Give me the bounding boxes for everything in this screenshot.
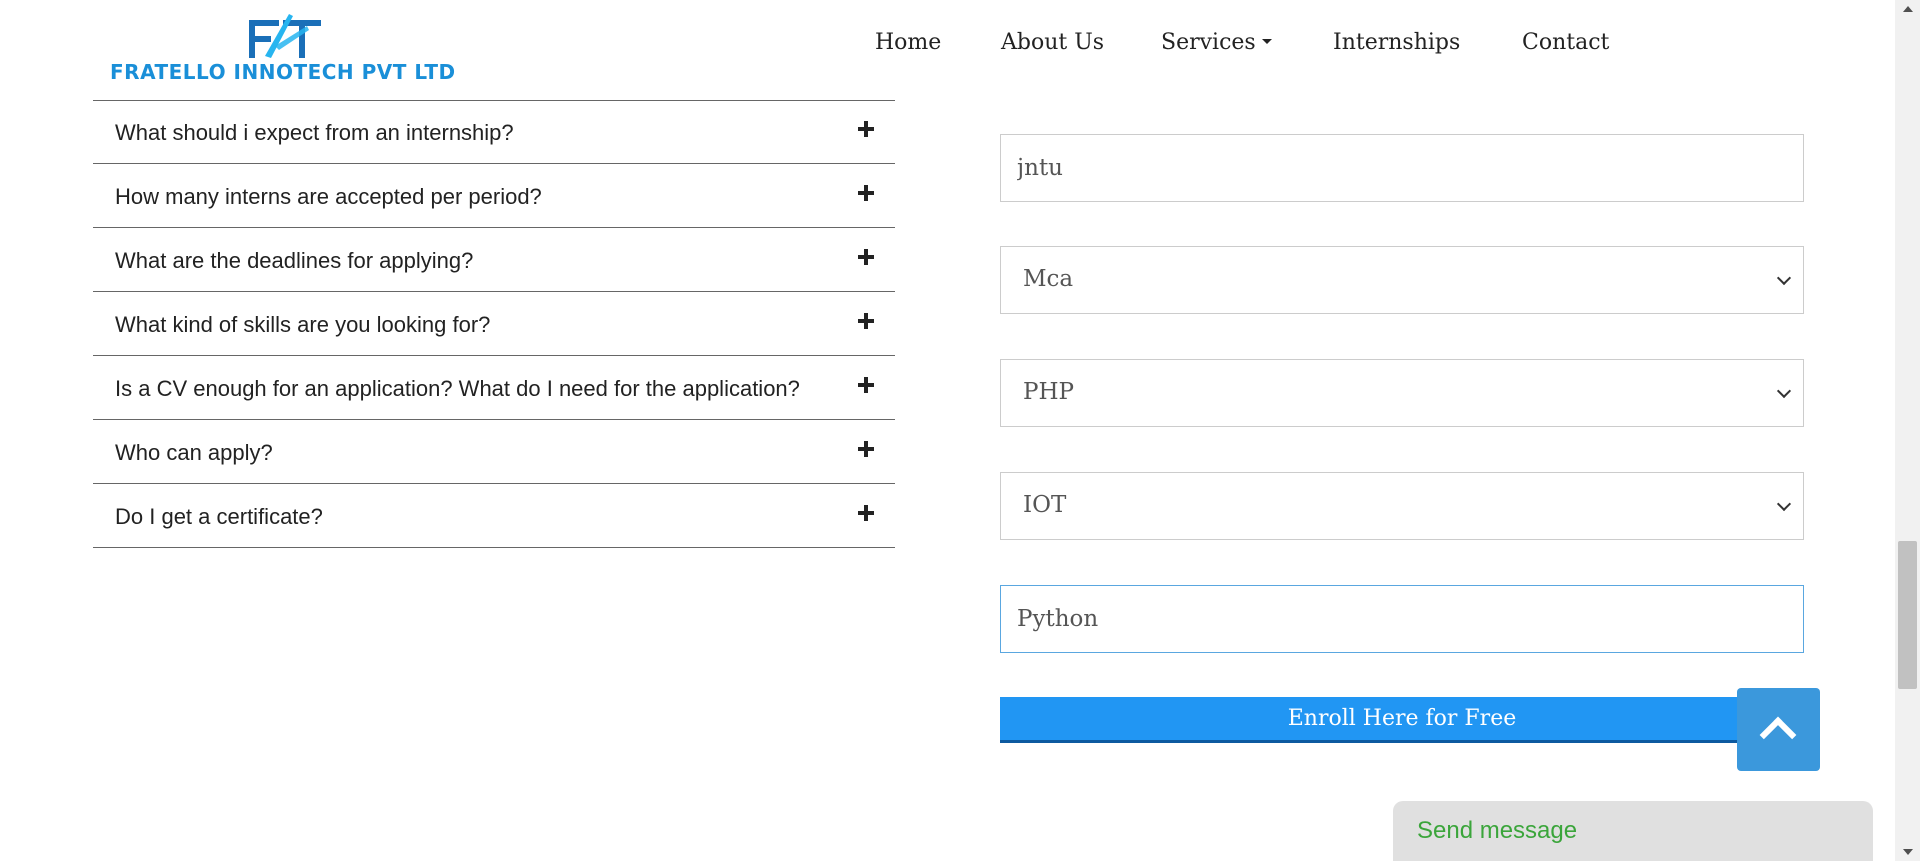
nav-about-us[interactable]: About Us [1001,30,1104,55]
course-select-value: Mca [1023,266,1074,292]
send-message-widget[interactable]: Send message [1393,801,1873,861]
main-nav: Home About Us Services Internships Conta… [0,30,1895,66]
plus-icon[interactable] [857,178,875,208]
faq-accordion: What should i expect from an internship?… [93,100,895,548]
chevron-up-icon [1759,716,1797,754]
domain-select[interactable]: IOT [1000,472,1804,540]
chevron-down-icon [1776,496,1792,512]
scroll-down-arrow-icon[interactable] [1903,849,1913,855]
technology-select[interactable]: PHP [1000,359,1804,427]
faq-question: What kind of skills are you looking for? [115,312,491,337]
faq-question: What are the deadlines for applying? [115,248,474,273]
nav-services-label: Services [1161,30,1256,55]
technology-select-value: PHP [1023,379,1075,405]
faq-question: What should i expect from an internship? [115,120,514,145]
skills-field[interactable] [1000,585,1804,653]
plus-icon[interactable] [857,242,875,272]
chevron-down-icon [1776,270,1792,286]
plus-icon[interactable] [857,370,875,400]
faq-item[interactable]: Do I get a certificate? [93,484,895,548]
scrollbar-thumb[interactable] [1898,541,1917,689]
faq-item[interactable]: What kind of skills are you looking for? [93,292,895,356]
chevron-down-icon [1776,383,1792,399]
domain-select-value: IOT [1023,492,1067,518]
faq-divider [93,100,895,101]
nav-contact[interactable]: Contact [1522,30,1609,55]
enroll-button[interactable]: Enroll Here for Free [1000,697,1804,743]
faq-item[interactable]: What are the deadlines for applying? [93,228,895,292]
nav-internships[interactable]: Internships [1333,30,1460,55]
faq-question: Who can apply? [115,440,273,465]
university-input[interactable] [1001,135,1803,201]
faq-question: Is a CV enough for an application? What … [115,376,800,401]
scroll-up-arrow-icon[interactable] [1903,6,1913,12]
faq-item[interactable]: Is a CV enough for an application? What … [93,356,895,420]
caret-down-icon [1261,38,1272,44]
plus-icon[interactable] [857,306,875,336]
nav-services[interactable]: Services [1161,30,1272,55]
skills-input[interactable] [1001,586,1803,652]
faq-question: How many interns are accepted per period… [115,184,542,209]
nav-home[interactable]: Home [875,30,941,55]
faq-item[interactable]: What should i expect from an internship? [93,100,895,164]
back-to-top-button[interactable] [1737,688,1820,771]
faq-question: Do I get a certificate? [115,504,323,529]
faq-item[interactable]: How many interns are accepted per period… [93,164,895,228]
plus-icon[interactable] [857,498,875,528]
site-header: FRATELLO INNOTECH PVT LTD Home About Us … [0,0,1895,100]
page-scrollbar[interactable] [1895,0,1920,861]
plus-icon[interactable] [857,434,875,464]
send-message-label: Send message [1417,817,1578,844]
course-select[interactable]: Mca [1000,246,1804,314]
plus-icon[interactable] [857,114,875,144]
faq-item[interactable]: Who can apply? [93,420,895,484]
university-field[interactable] [1000,134,1804,202]
